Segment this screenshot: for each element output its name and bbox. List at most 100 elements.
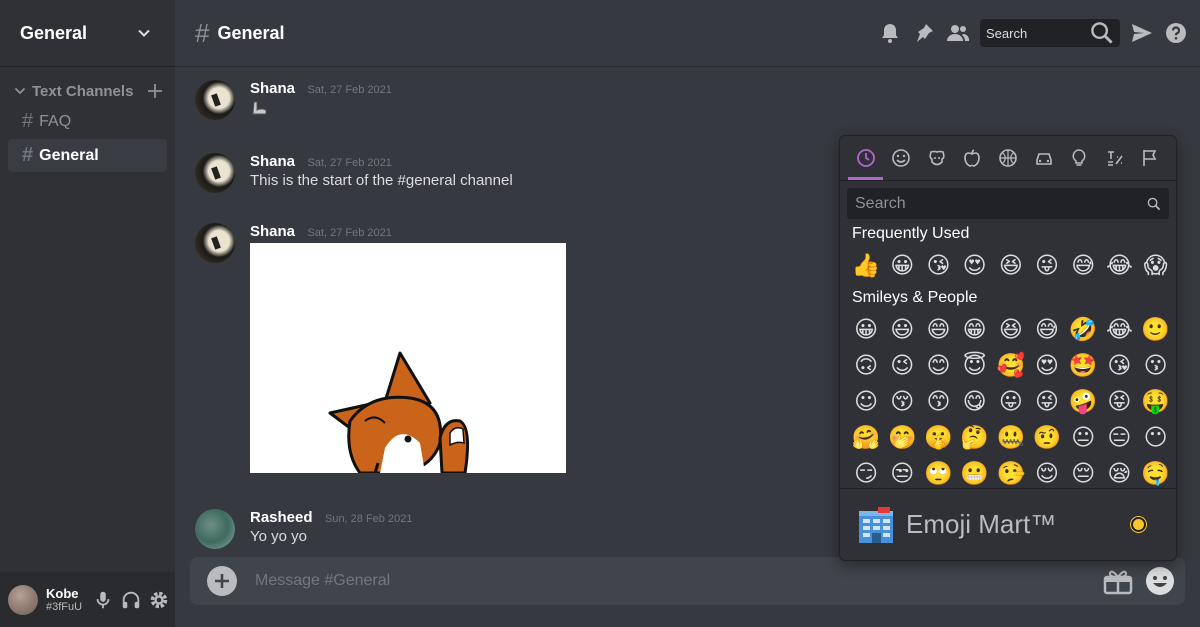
emoji-button[interactable]: 🤣: [1065, 312, 1101, 348]
search-input[interactable]: [986, 25, 1090, 41]
gift-icon[interactable]: [1103, 567, 1133, 595]
emoji-button[interactable]: 🤨: [1029, 420, 1065, 456]
emoji-button[interactable]: 😱: [1138, 248, 1174, 284]
emoji-button[interactable]: 😪: [1101, 456, 1137, 492]
emoji-button[interactable]: 👍: [848, 248, 884, 284]
microphone-icon[interactable]: [92, 589, 114, 611]
emoji-button[interactable]: 😉: [884, 348, 920, 384]
emoji-button[interactable]: 😃: [884, 312, 920, 348]
channel-item-faq[interactable]: # FAQ: [8, 105, 167, 138]
pin-icon[interactable]: [912, 21, 936, 45]
message-author[interactable]: Shana: [250, 80, 295, 97]
bell-icon[interactable]: [878, 21, 902, 45]
emoji-button[interactable]: 😁: [957, 312, 993, 348]
message-text: Yo yo yo: [250, 528, 307, 545]
emoji-button[interactable]: 😋: [957, 384, 993, 420]
category-text-channels[interactable]: Text Channels: [14, 80, 163, 102]
channel-item-general[interactable]: # General: [8, 139, 167, 172]
avatar[interactable]: [195, 80, 235, 120]
search-box[interactable]: [980, 19, 1120, 47]
category-travel[interactable]: [1026, 136, 1062, 181]
emoji-button[interactable]: 🤤: [1138, 456, 1174, 492]
message-author[interactable]: Shana: [250, 153, 295, 170]
emoji-search-box[interactable]: [847, 188, 1169, 219]
category-recent[interactable]: [848, 136, 884, 181]
category-smileys[interactable]: [884, 136, 920, 181]
emoji-button[interactable]: 😇: [957, 348, 993, 384]
emoji-button[interactable]: 😌: [1029, 456, 1065, 492]
avatar[interactable]: [8, 584, 38, 615]
emoji-button[interactable]: 😐: [1065, 420, 1101, 456]
emoji-button[interactable]: 🤔: [957, 420, 993, 456]
emoji-button[interactable]: 😚: [884, 384, 920, 420]
skin-tone-selector[interactable]: [1131, 517, 1146, 532]
emoji-button[interactable]: 😀: [848, 312, 884, 348]
avatar[interactable]: [195, 223, 235, 263]
gear-icon[interactable]: [148, 589, 170, 611]
emoji-button[interactable]: 😘: [1101, 348, 1137, 384]
emoji-button[interactable]: 😍: [1029, 348, 1065, 384]
emoji-button[interactable]: 😊: [920, 348, 956, 384]
emoji-button[interactable]: ☺: [848, 384, 884, 420]
emoji-button[interactable]: 🤥: [993, 456, 1029, 492]
category-animals[interactable]: [919, 136, 955, 181]
emoji-button[interactable]: 😑: [1101, 420, 1137, 456]
emoji-button[interactable]: 😆: [993, 248, 1029, 284]
emoji-button[interactable]: 😛: [993, 384, 1029, 420]
emoji-button[interactable]: 😂: [1101, 248, 1137, 284]
chevron-down-icon[interactable]: [14, 85, 26, 97]
members-icon[interactable]: [946, 21, 970, 45]
send-icon[interactable]: [1130, 21, 1154, 45]
emoji-button[interactable]: 🤐: [993, 420, 1029, 456]
emoji-button[interactable]: 😗: [1138, 348, 1174, 384]
emoji-button[interactable]: 😜: [1029, 384, 1065, 420]
emoji-button[interactable]: 🤑: [1138, 384, 1174, 420]
message-input[interactable]: [255, 572, 1103, 590]
emoji-button[interactable]: 😔: [1065, 456, 1101, 492]
emoji-button[interactable]: 😜: [1029, 248, 1065, 284]
emoji-button[interactable]: 😅: [1065, 248, 1101, 284]
emoji-button[interactable]: 😘: [920, 248, 956, 284]
category-symbols[interactable]: [1097, 136, 1133, 181]
add-attachment-button[interactable]: [207, 566, 237, 596]
emoji-button[interactable]: 🙄: [920, 456, 956, 492]
emoji-button[interactable]: 😝: [1101, 384, 1137, 420]
search-icon[interactable]: [1090, 21, 1114, 45]
emoji-button[interactable]: 😅: [1029, 312, 1065, 348]
category-objects[interactable]: [1061, 136, 1097, 181]
category-flags[interactable]: [1133, 136, 1169, 181]
help-icon[interactable]: [1164, 21, 1188, 45]
emoji-button[interactable]: 🙂: [1138, 312, 1174, 348]
image-attachment[interactable]: [250, 243, 566, 473]
emoji-search-input[interactable]: [855, 194, 1147, 213]
symbols-icon: [1107, 151, 1123, 166]
emoji-button[interactable]: 🤭: [884, 420, 920, 456]
emoji-icon[interactable]: [1145, 566, 1175, 596]
emoji-button[interactable]: 😶: [1138, 420, 1174, 456]
emoji-button[interactable]: 😄: [920, 312, 956, 348]
chevron-down-icon[interactable]: [137, 26, 151, 40]
server-header[interactable]: General: [0, 0, 175, 67]
avatar[interactable]: [195, 153, 235, 193]
emoji-button[interactable]: 😆: [993, 312, 1029, 348]
emoji-button[interactable]: 😬: [957, 456, 993, 492]
emoji-button[interactable]: 😏: [848, 456, 884, 492]
emoji-button[interactable]: 🥰: [993, 348, 1029, 384]
message-author[interactable]: Rasheed: [250, 509, 313, 526]
emoji-button[interactable]: 🤩: [1065, 348, 1101, 384]
message-author[interactable]: Shana: [250, 223, 295, 240]
category-food[interactable]: [955, 136, 991, 181]
emoji-button[interactable]: 😀: [884, 248, 920, 284]
emoji-button[interactable]: 😍: [957, 248, 993, 284]
avatar[interactable]: [195, 509, 235, 549]
plus-icon[interactable]: [147, 83, 163, 99]
category-activity[interactable]: [990, 136, 1026, 181]
headphones-icon[interactable]: [120, 589, 142, 611]
emoji-button[interactable]: 😙: [920, 384, 956, 420]
emoji-button[interactable]: 🤗: [848, 420, 884, 456]
emoji-button[interactable]: 😒: [884, 456, 920, 492]
emoji-button[interactable]: 🤫: [920, 420, 956, 456]
emoji-button[interactable]: 🙃: [848, 348, 884, 384]
emoji-button[interactable]: 🤪: [1065, 384, 1101, 420]
emoji-button[interactable]: 😂: [1101, 312, 1137, 348]
